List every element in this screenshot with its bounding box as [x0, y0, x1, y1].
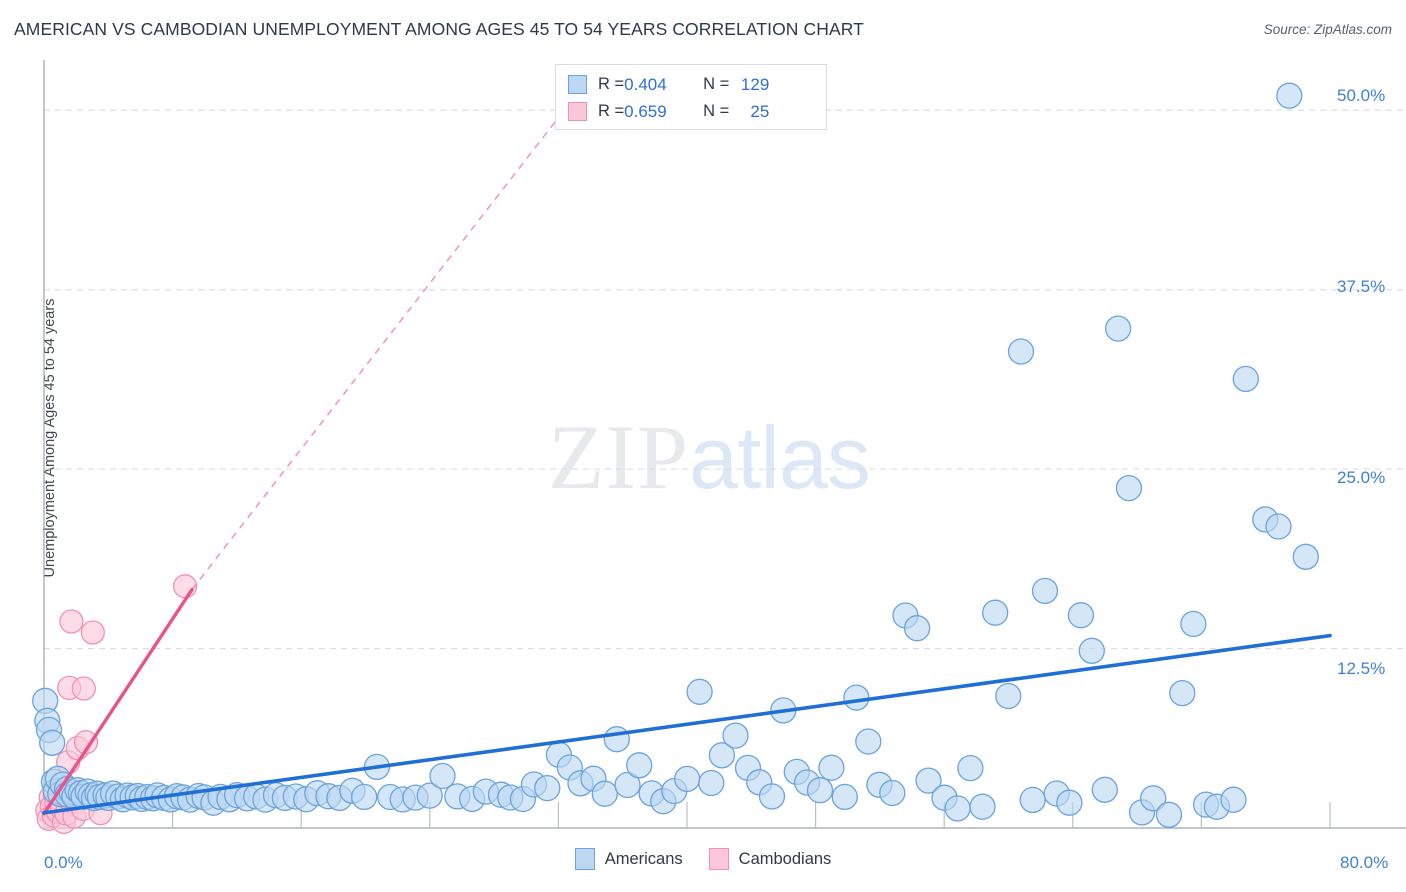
- legend-item-americans[interactable]: Americans: [574, 848, 683, 870]
- data-point: [1056, 789, 1083, 816]
- data-point: [1276, 82, 1303, 109]
- r-value-cambodians: 0.659: [624, 101, 667, 121]
- legend-label-cambodians: Cambodians: [738, 849, 832, 868]
- y-tick-label-12: 12.5%: [1337, 659, 1386, 678]
- data-point: [1180, 610, 1207, 638]
- trendline-dashed-extension: [191, 106, 567, 591]
- data-point: [1292, 543, 1319, 570]
- r-label-cambodians: R =: [598, 102, 625, 120]
- scatter-points-americans: [32, 82, 1319, 828]
- data-point: [71, 676, 96, 701]
- y-tick-label-37: 37.5%: [1337, 277, 1386, 296]
- r-value-americans: 0.404: [624, 74, 667, 94]
- data-point: [944, 795, 971, 822]
- data-point: [1078, 637, 1105, 664]
- legend-swatch-americans: [568, 75, 587, 94]
- data-point: [39, 729, 66, 756]
- data-point: [758, 783, 786, 810]
- n-label-americans: N =: [703, 75, 730, 93]
- data-point: [80, 620, 105, 645]
- data-point: [1019, 786, 1046, 814]
- data-point: [1104, 315, 1132, 342]
- y-tick-label-50: 50.0%: [1337, 86, 1386, 105]
- r-label-americans: R =: [598, 75, 625, 93]
- data-point: [806, 777, 834, 804]
- data-point: [1007, 338, 1035, 365]
- legend-label-americans: Americans: [604, 849, 683, 868]
- data-point: [351, 783, 378, 811]
- data-point: [818, 754, 845, 781]
- data-point: [1265, 513, 1292, 540]
- legend-item-cambodians[interactable]: Cambodians: [708, 848, 832, 870]
- data-point: [1091, 776, 1118, 803]
- data-point: [855, 728, 882, 755]
- gridlines: [44, 109, 1406, 650]
- data-point: [1220, 786, 1247, 813]
- data-point: [59, 609, 84, 634]
- data-point: [1067, 602, 1095, 629]
- data-point: [1169, 679, 1196, 707]
- data-point: [1031, 577, 1059, 605]
- n-label-cambodians: N =: [703, 102, 730, 120]
- data-point: [879, 779, 906, 807]
- data-point: [686, 678, 713, 705]
- plot-area: [32, 60, 1406, 835]
- data-point: [698, 769, 725, 797]
- data-point: [1155, 801, 1183, 828]
- data-point: [1115, 474, 1143, 502]
- data-point: [674, 765, 701, 793]
- data-point: [957, 754, 984, 782]
- legend-marker-americans: [574, 848, 595, 870]
- stats-row-americans: R = 0.404 N = 129: [568, 71, 816, 98]
- n-value-cambodians: 25: [750, 101, 770, 121]
- n-value-americans: 129: [740, 74, 770, 94]
- data-point: [722, 722, 749, 749]
- data-point: [534, 774, 561, 802]
- data-point: [603, 726, 630, 753]
- legend-marker-cambodians: [708, 848, 729, 870]
- data-point: [591, 780, 618, 807]
- axis-lines: [43, 60, 1406, 829]
- stats-row-cambodians: R = 0.659 N = 25: [568, 98, 816, 125]
- correlation-chart: AMERICAN VS CAMBODIAN UNEMPLOYMENT AMONG…: [0, 0, 1406, 892]
- data-point: [1232, 365, 1259, 393]
- series-legend: Americans Cambodians: [0, 848, 1406, 870]
- data-point: [995, 682, 1022, 710]
- trendline-cambodians: [42, 106, 567, 816]
- data-point: [982, 599, 1009, 626]
- y-tick-label-25: 25.0%: [1337, 468, 1386, 487]
- data-point: [843, 684, 870, 711]
- data-point: [903, 615, 931, 642]
- data-point: [172, 574, 198, 599]
- data-point: [969, 793, 996, 820]
- correlation-stats-legend: R = 0.404 N = 129 R = 0.659 N = 25: [555, 64, 827, 130]
- data-point: [626, 752, 653, 779]
- data-point: [831, 783, 858, 811]
- legend-swatch-cambodians: [568, 102, 587, 121]
